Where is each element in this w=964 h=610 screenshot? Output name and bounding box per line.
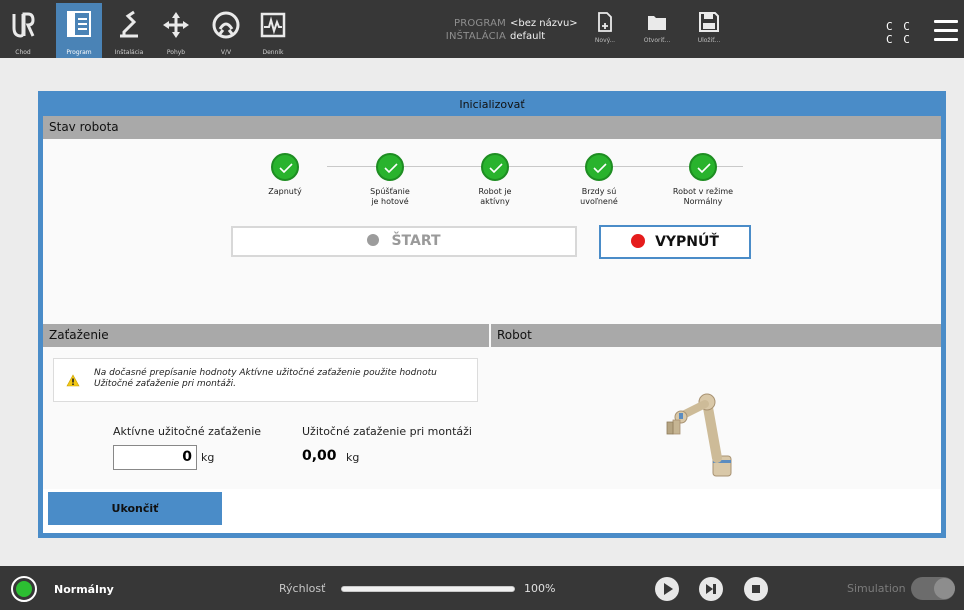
speed-slider[interactable]	[341, 586, 515, 592]
robot-heading: Robot	[491, 324, 941, 347]
step-button[interactable]	[699, 577, 723, 601]
move-icon	[163, 12, 189, 38]
state-booted: Spúšťanie je hotové	[350, 153, 430, 207]
nav-io-label: V/V	[220, 49, 232, 56]
robot-section: Robot	[491, 324, 941, 487]
io-icon	[212, 11, 240, 39]
check-icon	[271, 153, 299, 181]
status-bar: Normálny Rýchlosť 100% Simulation	[0, 566, 964, 610]
state-robot-active: Robot je aktívny	[455, 153, 535, 207]
nav-installation-label: Inštalácia	[114, 49, 144, 56]
state-powered-on: Zapnutý	[245, 153, 325, 197]
robot-state-section: Stav robota Zapnutý Spúšťanie je hotové …	[43, 116, 941, 323]
play-icon	[664, 583, 673, 595]
state-label: Robot v režime Normálny	[672, 187, 734, 206]
active-payload-input[interactable]: 0	[113, 445, 197, 470]
payload-section: Zaťaženie Na dočasné prepísanie hodnoty …	[43, 324, 489, 487]
power-off-indicator-icon	[631, 234, 646, 248]
check-icon	[689, 153, 717, 181]
check-icon	[481, 153, 509, 181]
exit-button[interactable]: Ukončiť	[48, 492, 222, 525]
installation-key: INŠTALÁCIA	[445, 31, 506, 42]
active-payload-label: Aktívne užitočné zaťaženie	[113, 425, 262, 438]
ur-logo-icon	[12, 12, 35, 38]
play-button[interactable]	[655, 577, 679, 601]
nav-run-label: Chod	[15, 49, 31, 56]
robot-arm-illustration	[666, 393, 732, 477]
robot-state-heading: Stav robota	[43, 116, 941, 139]
simulation-toggle[interactable]	[911, 577, 955, 600]
cc-row-2: C C	[886, 33, 912, 46]
nav-installation[interactable]: Inštalácia	[106, 4, 152, 58]
check-icon	[585, 153, 613, 181]
installation-name: default	[510, 31, 546, 42]
new-file-icon	[598, 12, 612, 32]
stop-icon	[752, 585, 760, 593]
payload-heading: Zaťaženie	[43, 324, 489, 347]
open-file-label: Otvoriť...	[643, 37, 671, 44]
active-payload-unit: kg	[201, 451, 215, 464]
save-icon	[699, 12, 719, 32]
payload-note: Na dočasné prepísanie hodnoty Aktívne už…	[53, 358, 478, 402]
start-indicator-icon	[367, 234, 380, 246]
program-info: PROGRAM <bez názvu> INŠTALÁCIA default	[418, 17, 578, 43]
step-icon	[706, 584, 716, 594]
robot-status-text: Normálny	[54, 583, 114, 596]
nav-log-label: Denník	[262, 49, 284, 56]
save-file-label: Uložiť...	[697, 37, 721, 44]
nav-move-label: Pohyb	[166, 49, 186, 56]
log-icon	[260, 12, 286, 38]
robot-status-icon[interactable]	[11, 576, 37, 602]
nav-run[interactable]: Chod	[5, 4, 41, 58]
folder-icon	[648, 16, 666, 30]
initialize-dialog: Inicializovať Stav robota Zapnutý Spúšťa…	[38, 91, 946, 538]
nav-program[interactable]: Program	[56, 3, 102, 58]
connection-indicator: C C C C	[886, 20, 912, 46]
state-label: Spúšťanie je hotové	[370, 187, 410, 206]
nav-log[interactable]: Denník	[250, 4, 296, 58]
power-off-button[interactable]: VYPNÚŤ	[599, 225, 751, 259]
dialog-footer: Ukončiť	[43, 489, 941, 533]
speed-value: 100%	[524, 582, 556, 595]
simulation-label: Simulation	[847, 582, 906, 595]
mount-payload-label: Užitočné zaťaženie pri montáži	[302, 425, 472, 438]
nav-move[interactable]: Pohyb	[153, 4, 199, 58]
program-name: <bez názvu>	[510, 18, 578, 29]
hamburger-menu-icon[interactable]	[934, 20, 958, 41]
payload-note-text: Na dočasné prepísanie hodnoty Aktívne už…	[94, 368, 437, 389]
start-button-label: ŠTART	[391, 233, 441, 249]
top-bar: Chod Program Inštalácia Pohyb V/V Denník…	[0, 0, 964, 58]
warning-icon	[66, 374, 80, 387]
new-file-button[interactable]: Nový...	[585, 12, 625, 44]
mount-payload-value: 0,00	[302, 448, 337, 464]
installation-icon	[120, 10, 138, 38]
nav-program-label: Program	[66, 49, 92, 56]
program-key: PROGRAM	[453, 18, 506, 29]
state-brakes-released: Brzdy sú uvoľnené	[559, 153, 639, 207]
program-icon	[67, 11, 91, 37]
new-file-label: Nový...	[594, 37, 616, 44]
check-icon	[376, 153, 404, 181]
cc-row-1: C C	[886, 20, 912, 33]
mount-payload-unit: kg	[346, 451, 360, 464]
state-label: Zapnutý	[268, 187, 302, 196]
open-file-button[interactable]: Otvoriť...	[637, 12, 677, 44]
start-button[interactable]: ŠTART	[231, 226, 577, 257]
stop-button[interactable]	[744, 577, 768, 601]
nav-io[interactable]: V/V	[203, 4, 249, 58]
dialog-body: Stav robota Zapnutý Spúšťanie je hotové …	[43, 116, 941, 533]
dialog-title: Inicializovať	[459, 98, 525, 111]
save-file-button[interactable]: Uložiť...	[689, 12, 729, 44]
state-normal-mode: Robot v režime Normálny	[663, 153, 743, 207]
state-label: Brzdy sú uvoľnené	[580, 187, 618, 206]
speed-label: Rýchlosť	[279, 582, 326, 595]
power-off-button-label: VYPNÚŤ	[655, 234, 719, 250]
state-label: Robot je aktívny	[478, 187, 512, 206]
